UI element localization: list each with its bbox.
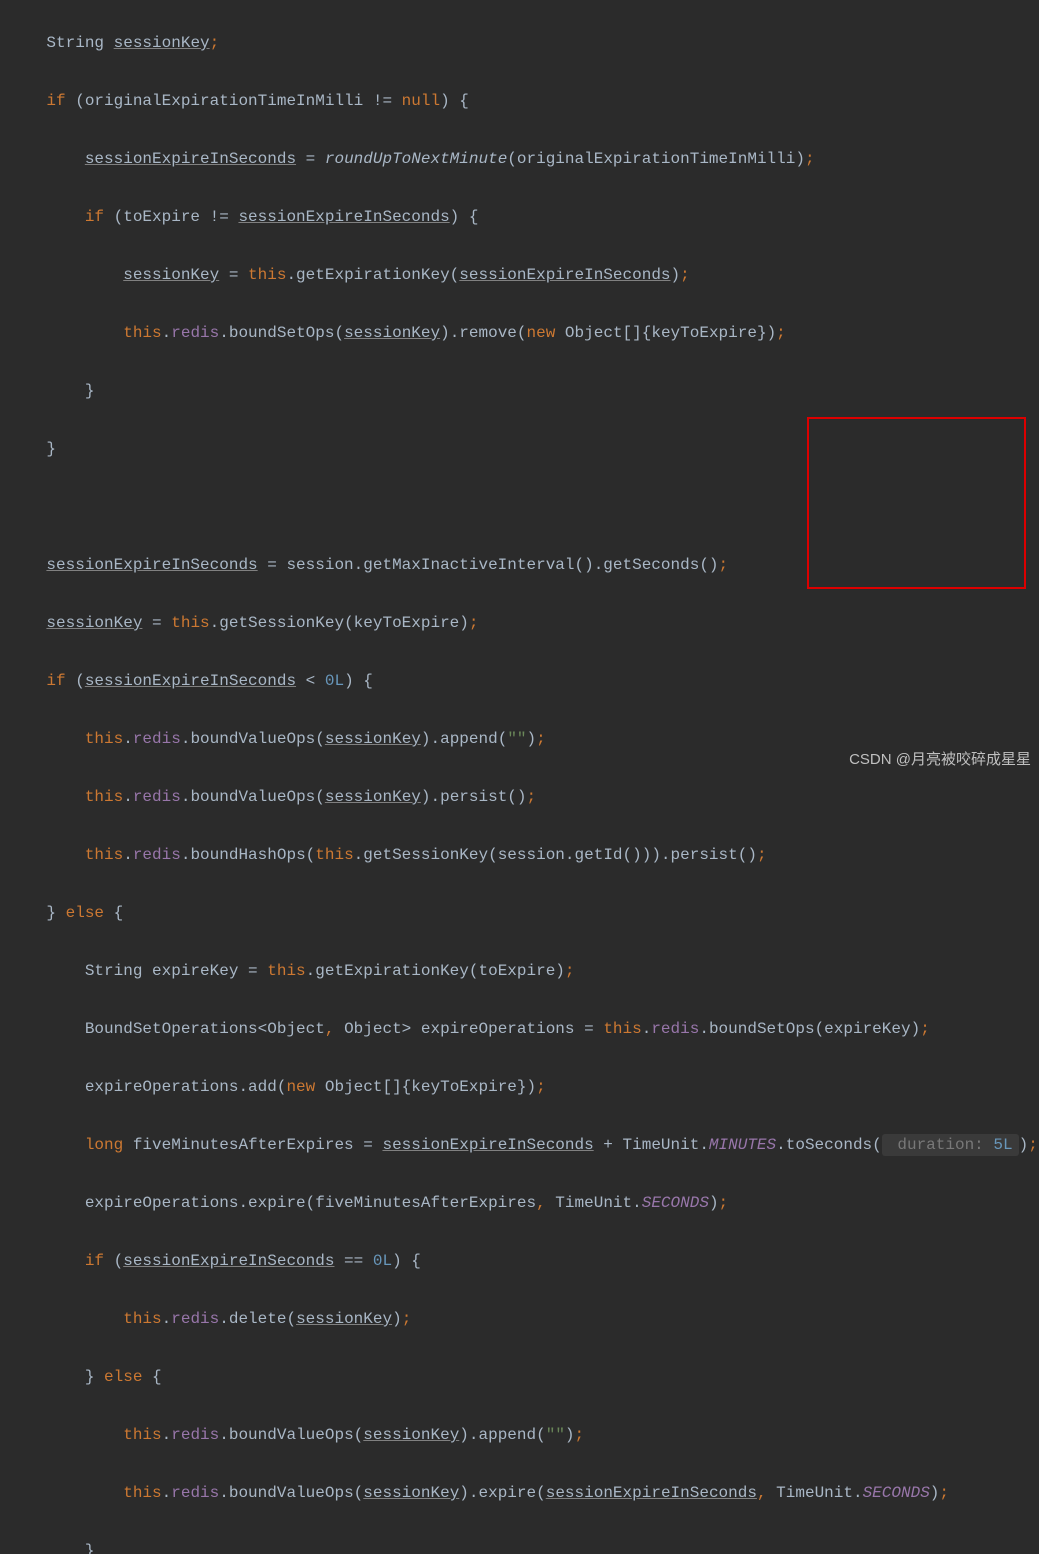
code-line: long fiveMinutesAfterExpires = sessionEx… — [8, 1131, 1031, 1160]
code-line: if (sessionExpireInSeconds < 0L) { — [8, 667, 1031, 696]
code-line: sessionKey = this.getExpirationKey(sessi… — [8, 261, 1031, 290]
code-line: } — [8, 1537, 1031, 1554]
code-line: this.redis.boundSetOps(sessionKey).remov… — [8, 319, 1031, 348]
code-line: } — [8, 377, 1031, 406]
code-editor-area[interactable]: String sessionKey; if (originalExpiratio… — [0, 0, 1039, 1554]
code-line: sessionExpireInSeconds = roundUpToNextMi… — [8, 145, 1031, 174]
code-line: this.redis.boundValueOps(sessionKey).per… — [8, 783, 1031, 812]
code-line: String sessionKey; — [8, 29, 1031, 58]
code-line: if (sessionExpireInSeconds == 0L) { — [8, 1247, 1031, 1276]
code-line: this.redis.boundValueOps(sessionKey).app… — [8, 1421, 1031, 1450]
code-line: } else { — [8, 899, 1031, 928]
code-line: } — [8, 435, 1031, 464]
code-line: sessionKey = this.getSessionKey(keyToExp… — [8, 609, 1031, 638]
code-line: } else { — [8, 1363, 1031, 1392]
code-line: expireOperations.add(new Object[]{keyToE… — [8, 1073, 1031, 1102]
code-line: this.redis.delete(sessionKey); — [8, 1305, 1031, 1334]
watermark-text: CSDN @月亮被咬碎成星星 — [849, 748, 1031, 769]
code-line — [8, 493, 1031, 522]
parameter-hint: duration: 5L — [882, 1134, 1019, 1156]
code-line: if (originalExpirationTimeInMilli != nul… — [8, 87, 1031, 116]
code-line: expireOperations.expire(fiveMinutesAfter… — [8, 1189, 1031, 1218]
code-line: sessionExpireInSeconds = session.getMaxI… — [8, 551, 1031, 580]
code-line: BoundSetOperations<Object, Object> expir… — [8, 1015, 1031, 1044]
code-line: this.redis.boundHashOps(this.getSessionK… — [8, 841, 1031, 870]
code-line: if (toExpire != sessionExpireInSeconds) … — [8, 203, 1031, 232]
code-line: this.redis.boundValueOps(sessionKey).exp… — [8, 1479, 1031, 1508]
code-line: String expireKey = this.getExpirationKey… — [8, 957, 1031, 986]
